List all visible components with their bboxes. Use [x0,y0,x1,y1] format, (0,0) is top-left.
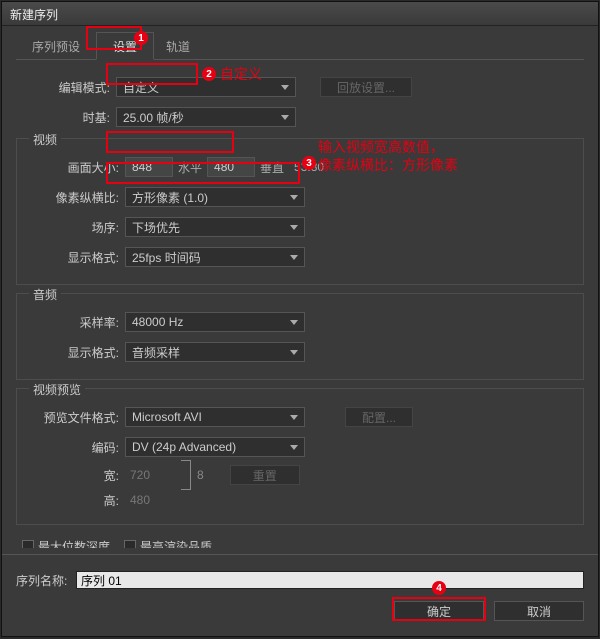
divider [2,554,598,555]
chevron-down-icon [290,195,298,200]
chevron-down-icon [290,445,298,450]
audio-display-select[interactable]: 音频采样 [125,342,305,362]
new-sequence-dialog: 新建序列 序列预设 设置 轨道 编辑模式: 自定义 回放设置... 时基: 2 [1,1,599,637]
chevron-down-icon [290,415,298,420]
audio-display-label: 显示格式: [25,344,125,361]
max-render-quality-label: 最高渲染品质 [140,538,212,549]
ok-button[interactable]: 确定 [394,601,484,621]
timebase-value: 25.00 帧/秒 [123,109,184,126]
reset-button: 重置 [230,465,300,485]
preview-width-value: 720 [125,468,155,482]
checkbox-row: 最大位数深度 最高渲染品质 [22,533,584,548]
general-section: 编辑模式: 自定义 回放设置... 时基: 25.00 帧/秒 [16,74,584,130]
codec-value: DV (24p Advanced) [132,440,236,454]
horizontal-label: 水平 [173,159,207,176]
preview-file-select[interactable]: Microsoft AVI [125,407,305,427]
cancel-button[interactable]: 取消 [494,601,584,621]
sequence-name-input[interactable]: 序列 01 [76,571,584,589]
codec-label: 编码: [25,439,125,456]
dialog-content: 序列预设 设置 轨道 编辑模式: 自定义 回放设置... 时基: 25.00 帧… [2,26,598,548]
preview-height-label: 高: [25,492,125,509]
chevron-down-icon [281,115,289,120]
vertical-label: 垂直 [255,159,289,176]
preview-width-label: 宽: [25,467,125,484]
edit-mode-select[interactable]: 自定义 [116,77,296,97]
frame-height-input[interactable]: 480 [207,157,255,177]
chevron-down-icon [290,320,298,325]
frame-size-label: 画面大小: [25,159,125,176]
tab-presets[interactable]: 序列预设 [16,33,96,59]
config-button: 配置... [345,407,413,427]
playback-settings-button: 回放设置... [320,77,412,97]
fields-select[interactable]: 下场优先 [125,217,305,237]
chevron-down-icon [290,225,298,230]
dialog-title: 新建序列 [2,2,598,26]
audio-group-title: 音频 [29,286,61,303]
codec-select[interactable]: DV (24p Advanced) [125,437,305,457]
sequence-name-label: 序列名称: [16,572,76,589]
preview-file-value: Microsoft AVI [132,410,202,424]
preview-file-label: 预览文件格式: [25,409,125,426]
par-value: 方形像素 (1.0) [132,189,208,206]
chevron-down-icon [290,350,298,355]
video-display-label: 显示格式: [25,249,125,266]
frame-width-input[interactable]: 848 [125,157,173,177]
chevron-down-icon [281,85,289,90]
par-select[interactable]: 方形像素 (1.0) [125,187,305,207]
tabs: 序列预设 设置 轨道 [16,34,584,60]
preview-group: 视频预览 预览文件格式: Microsoft AVI 配置... 编码: DV … [16,388,584,525]
fields-label: 场序: [25,219,125,236]
sample-rate-select[interactable]: 48000 Hz [125,312,305,332]
timebase-label: 时基: [16,109,116,126]
preview-group-title: 视频预览 [29,381,85,398]
edit-mode-value: 自定义 [123,79,159,96]
link-bracket-icon [181,460,191,490]
max-bit-depth-checkbox[interactable] [22,540,34,548]
edit-mode-label: 编辑模式: [16,79,116,96]
frame-ratio-text: 53:30 [289,160,329,174]
video-display-select[interactable]: 25fps 时间码 [125,247,305,267]
chevron-down-icon [290,255,298,260]
par-label: 像素纵横比: [25,189,125,206]
video-group: 视频 画面大小: 848 水平 480 垂直 53:30 像素纵横比: 方形像素… [16,138,584,285]
max-bit-depth-label: 最大位数深度 [38,538,110,549]
sample-rate-value: 48000 Hz [132,315,183,329]
video-group-title: 视频 [29,131,61,148]
audio-group: 音频 采样率: 48000 Hz 显示格式: 音频采样 [16,293,584,380]
audio-display-value: 音频采样 [132,344,180,361]
dialog-footer: 序列名称: 序列 01 确定 取消 4 [2,561,598,627]
fields-value: 下场优先 [132,219,180,236]
video-display-value: 25fps 时间码 [132,249,201,266]
sample-rate-label: 采样率: [25,314,125,331]
tab-tracks[interactable]: 轨道 [150,33,206,59]
link-icon[interactable]: 8 [197,468,204,482]
preview-height-value: 480 [125,493,155,507]
timebase-select[interactable]: 25.00 帧/秒 [116,107,296,127]
tab-settings[interactable]: 设置 [96,32,154,60]
max-render-quality-checkbox[interactable] [124,540,136,548]
